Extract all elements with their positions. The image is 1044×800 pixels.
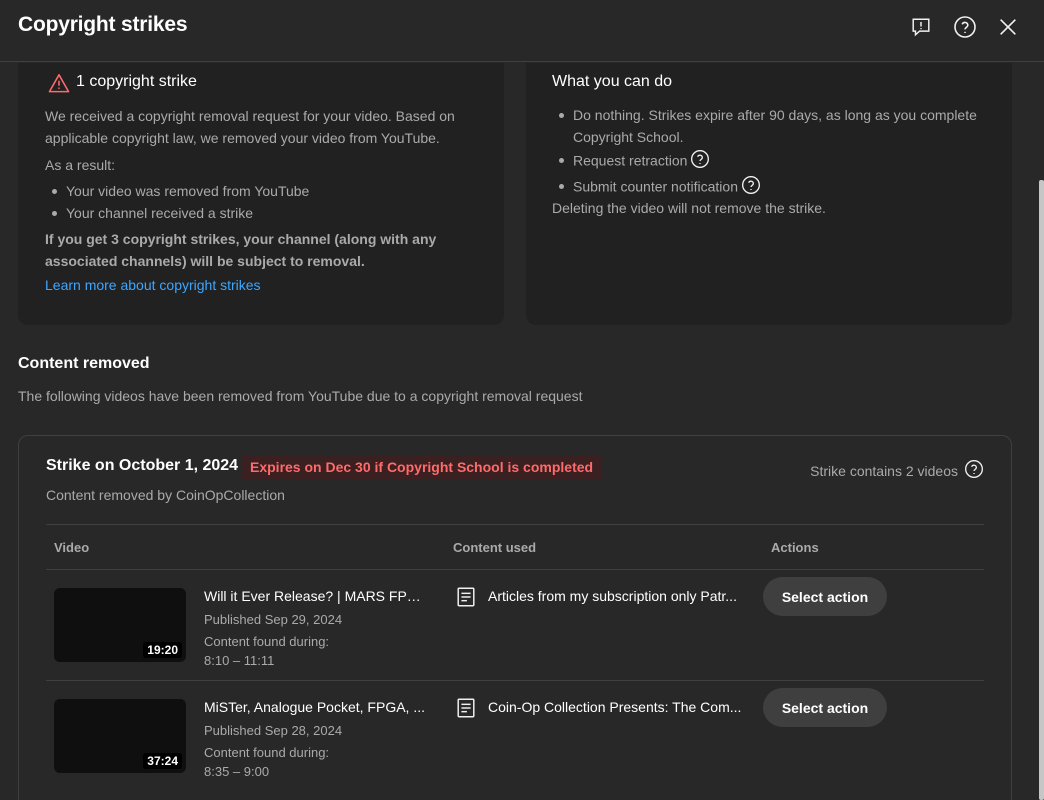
delete-note: Deleting the video will not remove the s…: [552, 200, 826, 216]
content-found-range: 8:10 – 11:11: [204, 653, 275, 668]
list-item: Request retraction: [552, 149, 1002, 175]
learn-more-link[interactable]: Learn more about copyright strikes: [45, 277, 261, 293]
strike-title: Strike on October 1, 2024: [46, 457, 239, 474]
list-item: Your channel received a strike: [45, 202, 309, 224]
strike-contains: Strike contains 2 videos: [810, 459, 984, 482]
request-retraction-label: Request retraction: [573, 152, 688, 169]
dialog-title: Copyright strikes: [18, 13, 188, 36]
help-icon[interactable]: [952, 14, 978, 40]
list-item: Do nothing. Strikes expire after 90 days…: [552, 104, 1002, 148]
content-used[interactable]: Articles from my subscription only Patr.…: [488, 588, 746, 604]
divider: [46, 524, 984, 525]
document-icon: [455, 697, 477, 724]
removed-by: Content removed by CoinOpCollection: [46, 487, 285, 503]
close-icon[interactable]: [995, 14, 1021, 40]
list-item: Your video was removed from YouTube: [45, 180, 309, 202]
content-found-label: Content found during:: [204, 634, 330, 649]
question-icon[interactable]: [690, 149, 710, 175]
warning-icon: [48, 73, 70, 98]
copyright-strikes-dialog: Copyright strikes 1 copyright strike We …: [0, 0, 1044, 800]
published-date: Published Sep 28, 2024: [204, 723, 343, 738]
removal-explanation: We received a copyright removal request …: [45, 108, 455, 146]
content-found-range: 8:35 – 9:00: [204, 764, 270, 779]
video-thumbnail[interactable]: 37:24: [54, 699, 186, 773]
result-list: Your video was removed from YouTube Your…: [45, 180, 309, 224]
feedback-icon[interactable]: [908, 14, 934, 40]
what-you-can-do-title: What you can do: [552, 73, 673, 90]
list-item: Submit counter notification: [552, 175, 1002, 201]
column-header-content-used: Content used: [453, 540, 537, 555]
strike-count: 1 copyright strike: [76, 73, 197, 90]
table-row: 19:20 Will it Ever Release? | MARS FPGA …: [46, 569, 984, 679]
content-removed-title: Content removed: [18, 355, 150, 372]
document-icon: [455, 586, 477, 613]
removal-warning: If you get 3 copyright strikes, your cha…: [45, 231, 437, 269]
published-date: Published Sep 29, 2024: [204, 612, 343, 627]
video-duration: 19:20: [143, 642, 182, 658]
content-used[interactable]: Coin-Op Collection Presents: The Com...: [488, 699, 746, 715]
table-row: 37:24 MiSTer, Analogue Pocket, FPGA, ...…: [46, 680, 984, 790]
question-icon[interactable]: [964, 459, 984, 482]
dialog-header: Copyright strikes: [0, 0, 1044, 62]
column-header-video: Video: [54, 540, 90, 555]
select-action-button[interactable]: Select action: [763, 577, 887, 616]
video-title[interactable]: Will it Ever Release? | MARS FPGA: [204, 588, 426, 604]
strike-contains-label: Strike contains 2 videos: [810, 462, 958, 479]
select-action-button[interactable]: Select action: [763, 688, 887, 727]
question-icon[interactable]: [741, 175, 761, 201]
content-removed-subtitle: The following videos have been removed f…: [18, 388, 583, 404]
video-thumbnail[interactable]: 19:20: [54, 588, 186, 662]
expires-badge: Expires on Dec 30 if Copyright School is…: [241, 455, 603, 480]
video-title[interactable]: MiSTer, Analogue Pocket, FPGA, ...: [204, 699, 426, 715]
counter-notification-label: Submit counter notification: [573, 178, 738, 195]
content-found-label: Content found during:: [204, 745, 330, 760]
options-list: Do nothing. Strikes expire after 90 days…: [552, 104, 1002, 201]
result-label: As a result:: [45, 157, 116, 173]
video-duration: 37:24: [143, 753, 182, 769]
scrollbar-thumb[interactable]: [1039, 180, 1044, 800]
column-header-actions: Actions: [771, 540, 819, 555]
